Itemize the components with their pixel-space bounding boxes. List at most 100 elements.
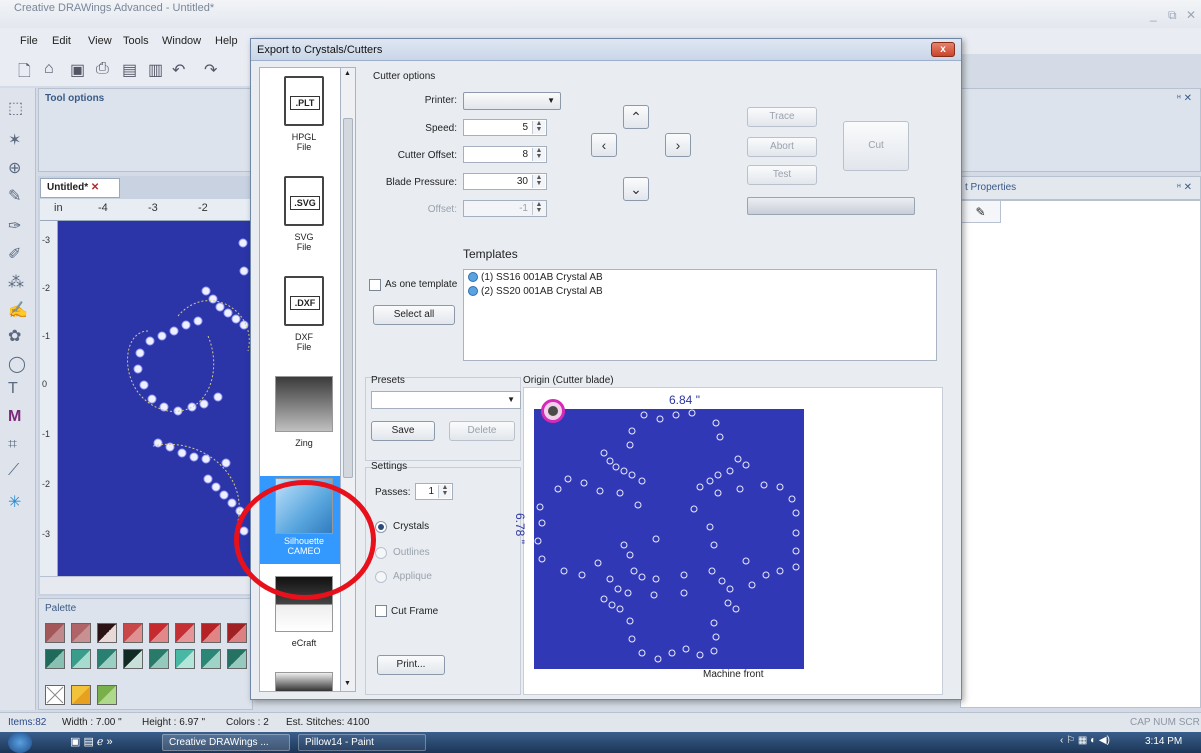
undo-icon[interactable]: ↶ bbox=[172, 60, 185, 80]
doc-tab[interactable]: Untitled* ✕ bbox=[40, 178, 120, 198]
pen-properties-icon[interactable]: ✎ bbox=[961, 201, 1001, 223]
menu-window[interactable]: Window bbox=[162, 35, 201, 47]
spinner-icon[interactable]: ▲ ▼ bbox=[532, 174, 545, 188]
move-left-button[interactable]: ‹ bbox=[591, 133, 617, 157]
color-swatch[interactable] bbox=[201, 649, 221, 669]
brush-tool-icon[interactable]: ✐ bbox=[8, 244, 21, 264]
text-tool-icon[interactable]: T bbox=[8, 380, 18, 398]
color-swatch[interactable] bbox=[149, 623, 169, 643]
color-swatch[interactable] bbox=[97, 685, 117, 705]
color-swatch[interactable] bbox=[227, 649, 247, 669]
print-icon[interactable]: ⎙ bbox=[96, 60, 109, 78]
new-icon[interactable]: 🗋 bbox=[18, 60, 31, 87]
grid-tool-icon[interactable]: ⌗ bbox=[8, 436, 17, 454]
zoom-tool-icon[interactable]: ⊕ bbox=[8, 158, 21, 178]
no-color-swatch[interactable] bbox=[45, 685, 65, 705]
design-canvas[interactable] bbox=[58, 221, 253, 576]
speed-field[interactable]: 5 ▲ ▼ bbox=[463, 119, 547, 136]
template-item[interactable]: (2) SS20 001AB Crystal AB bbox=[468, 286, 603, 297]
crystals-radio[interactable] bbox=[375, 521, 387, 533]
spinner-icon[interactable]: ▲ ▼ bbox=[532, 201, 545, 215]
open-icon[interactable]: ⌂ bbox=[44, 60, 54, 78]
spray-tool-icon[interactable]: ⁂ bbox=[8, 272, 24, 292]
origin-marker[interactable] bbox=[541, 399, 565, 423]
applique-radio[interactable] bbox=[375, 571, 387, 583]
save-icon[interactable]: ▣ bbox=[70, 60, 85, 80]
spinner-icon[interactable]: ▲ ▼ bbox=[438, 484, 451, 498]
device-dxf[interactable]: .DXF DXF File bbox=[260, 276, 348, 362]
color-swatch[interactable] bbox=[123, 649, 143, 669]
delete-preset-button[interactable]: Delete bbox=[449, 421, 515, 441]
menu-help[interactable]: Help bbox=[215, 35, 238, 47]
origin-preview-canvas[interactable] bbox=[534, 409, 804, 669]
color-swatch[interactable] bbox=[149, 649, 169, 669]
device-hpgl[interactable]: .PLT HPGL File bbox=[260, 76, 348, 162]
monogram-tool-icon[interactable]: M bbox=[8, 408, 21, 426]
dialog-close-button[interactable]: x bbox=[931, 42, 955, 57]
presets-select[interactable]: ▼ bbox=[371, 391, 521, 409]
bezier-tool-icon[interactable]: ✑ bbox=[8, 216, 21, 236]
passes-field[interactable]: 1 ▲ ▼ bbox=[415, 483, 453, 500]
color-swatch[interactable] bbox=[71, 649, 91, 669]
copy-icon[interactable]: ▤ bbox=[122, 60, 137, 80]
menu-edit[interactable]: Edit bbox=[52, 35, 71, 47]
pin-icon[interactable]: ᵸ ✕ bbox=[1177, 93, 1192, 104]
color-swatch[interactable] bbox=[45, 623, 65, 643]
cut-frame-checkbox[interactable] bbox=[375, 605, 387, 617]
color-swatch[interactable] bbox=[97, 649, 117, 669]
knife-tool-icon[interactable]: ⟋ bbox=[8, 462, 19, 480]
taskbar-paint[interactable]: Pillow14 - Paint bbox=[298, 734, 426, 751]
close-icon[interactable]: ✕ bbox=[1186, 8, 1196, 22]
device-zing[interactable]: Zing bbox=[260, 376, 348, 456]
abort-button[interactable]: Abort bbox=[747, 137, 817, 157]
trace-button[interactable]: Trace bbox=[747, 107, 817, 127]
menu-file[interactable]: File bbox=[20, 35, 38, 47]
color-swatch[interactable] bbox=[71, 623, 91, 643]
test-button[interactable]: Test bbox=[747, 165, 817, 185]
move-up-button[interactable]: ⌃ bbox=[623, 105, 649, 129]
paste-icon[interactable]: ▥ bbox=[148, 60, 163, 80]
save-preset-button[interactable]: Save bbox=[371, 421, 435, 441]
color-swatch[interactable] bbox=[227, 623, 247, 643]
flower-tool-icon[interactable]: ✿ bbox=[8, 326, 21, 346]
device-next[interactable] bbox=[260, 672, 348, 691]
cut-button[interactable]: Cut bbox=[843, 121, 909, 171]
node-tool-icon[interactable]: ✶ bbox=[8, 130, 21, 150]
scroll-thumb[interactable] bbox=[343, 118, 353, 478]
menu-tools[interactable]: Tools bbox=[123, 35, 149, 47]
device-list-scrollbar[interactable]: ▲ ▼ bbox=[340, 67, 356, 692]
menu-view[interactable]: View bbox=[88, 35, 112, 47]
select-tool-icon[interactable]: ⬚ bbox=[8, 98, 23, 118]
redo-icon[interactable]: ↷ bbox=[204, 60, 217, 80]
move-down-button[interactable]: ⌄ bbox=[623, 177, 649, 201]
color-swatch[interactable] bbox=[175, 623, 195, 643]
cutter-offset-field[interactable]: 8 ▲ ▼ bbox=[463, 146, 547, 163]
move-right-button[interactable]: › bbox=[665, 133, 691, 157]
tray-icons[interactable]: ‹ ⚐ ▦ ◐ ◀) bbox=[1060, 735, 1110, 746]
fill-tool-icon[interactable]: ✍ bbox=[8, 300, 28, 320]
as-one-template-checkbox[interactable] bbox=[369, 279, 381, 291]
color-swatch[interactable] bbox=[175, 649, 195, 669]
pin-icon[interactable]: ᵸ ✕ bbox=[1177, 182, 1192, 193]
scroll-down-icon[interactable]: ▼ bbox=[344, 680, 351, 687]
print-button[interactable]: Print... bbox=[377, 655, 445, 675]
device-svg[interactable]: .SVG SVG File bbox=[260, 176, 348, 262]
taskbar-creative-drawings[interactable]: Creative DRAWings ... bbox=[162, 734, 290, 751]
printer-select[interactable]: ▼ bbox=[463, 92, 561, 110]
minimize-icon[interactable]: _ bbox=[1150, 8, 1157, 22]
spinner-icon[interactable]: ▲ ▼ bbox=[532, 147, 545, 161]
pen-tool-icon[interactable]: ✎ bbox=[8, 186, 21, 206]
start-button[interactable] bbox=[8, 732, 32, 753]
quicklaunch-icons[interactable]: ▣ ▤ ℯ » bbox=[70, 735, 113, 748]
select-all-button[interactable]: Select all bbox=[373, 305, 455, 325]
outlines-radio[interactable] bbox=[375, 547, 387, 559]
color-swatch[interactable] bbox=[123, 623, 143, 643]
horizontal-scrollbar[interactable] bbox=[40, 576, 253, 594]
scroll-up-icon[interactable]: ▲ bbox=[344, 70, 351, 77]
ellipse-tool-icon[interactable]: ◯ bbox=[8, 354, 26, 374]
offset-field[interactable]: -1 ▲ ▼ bbox=[463, 200, 547, 217]
color-swatch[interactable] bbox=[201, 623, 221, 643]
close-tab-icon[interactable]: ✕ bbox=[91, 182, 99, 193]
blade-pressure-field[interactable]: 30 ▲ ▼ bbox=[463, 173, 547, 190]
maximize-icon[interactable]: ⧉ bbox=[1168, 8, 1177, 23]
